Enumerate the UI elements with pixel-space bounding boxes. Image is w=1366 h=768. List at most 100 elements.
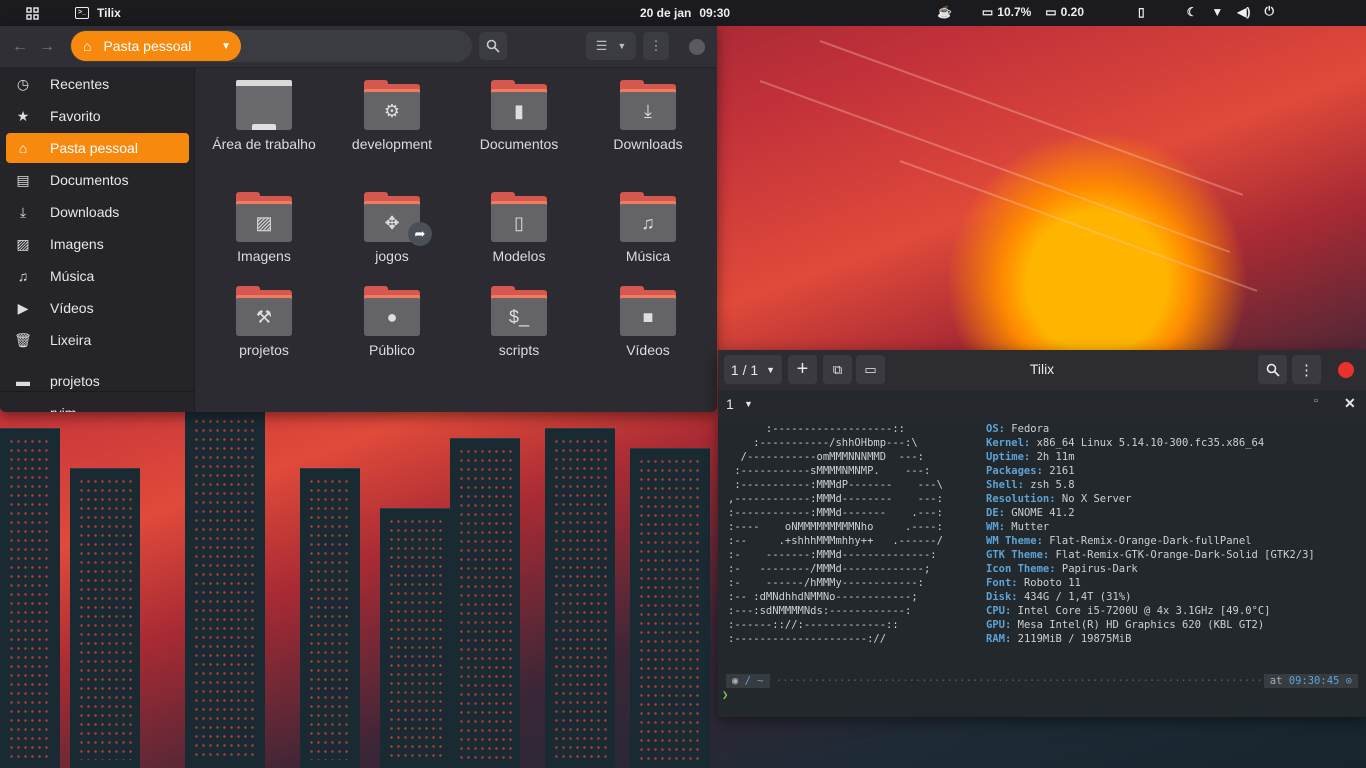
video-icon: ▶: [17, 299, 29, 316]
download-icon: ⤓: [644, 100, 652, 121]
folder-icon: ▬: [8, 405, 38, 412]
clock-icon: ⊙: [1345, 675, 1352, 687]
os-logo-icon: ◉: [732, 675, 739, 687]
coffee-icon[interactable]: ☕: [937, 5, 952, 19]
close-icon[interactable]: ✕: [1344, 395, 1356, 412]
folder-item[interactable]: ▯ Modelos: [464, 192, 574, 264]
info-row: Icon Theme: Papirus-Dark: [986, 562, 1315, 576]
sidebar-separator: [0, 391, 195, 392]
breadcrumb-home[interactable]: ⌂ Pasta pessoal ▼: [71, 31, 241, 61]
clock[interactable]: 20 de jan 09:30: [640, 6, 730, 20]
info-value: Mesa Intel(R) HD Graphics 620 (KBL GT2): [1017, 619, 1265, 631]
folder-label: Modelos: [492, 248, 546, 264]
sidebar-item-label: Vídeos: [50, 300, 94, 316]
maximize-icon[interactable]: ▫: [1314, 395, 1318, 407]
folder-item[interactable]: ✥ ➦ jogos: [337, 192, 447, 264]
terminal-icon: $_: [508, 306, 530, 327]
prompt-caret: ❯: [722, 689, 729, 701]
kebab-menu-icon: ⋮: [1299, 361, 1314, 379]
document-icon: ▤: [16, 171, 30, 188]
gear-icon: ⚙: [383, 100, 401, 121]
info-row: Font: Roboto 11: [986, 576, 1315, 590]
folder-item[interactable]: ⚙ development: [337, 80, 447, 152]
session-number[interactable]: 1: [726, 396, 734, 412]
night-light-icon[interactable]: ☾: [1187, 5, 1198, 19]
sidebar-item-2[interactable]: ⌂ Pasta pessoal: [6, 133, 189, 163]
sidebar-item-10[interactable]: ▬ rvim: [6, 398, 189, 412]
volume-icon[interactable]: ◀): [1237, 5, 1250, 19]
folder-icon: ▯: [491, 192, 547, 242]
folder-item[interactable]: $_ scripts: [464, 286, 574, 358]
sidebar-item-3[interactable]: ▤ Documentos: [6, 165, 189, 195]
clipboard-icon[interactable]: ▯: [1138, 5, 1145, 19]
folder-label: Downloads: [613, 136, 683, 152]
info-key: WM Theme:: [986, 535, 1043, 547]
view-options-button[interactable]: ☰ ▼: [586, 32, 636, 60]
folder-label: Música: [625, 248, 671, 264]
info-value: Papirus-Dark: [1061, 563, 1138, 575]
video-icon: ■: [642, 306, 654, 327]
terminal-menu-button[interactable]: ⋮: [1292, 355, 1321, 384]
folder-item[interactable]: ■ Vídeos: [593, 286, 703, 358]
prompt-status-line: ◉ / ~ ··································…: [726, 674, 1358, 688]
info-row: Disk: 434G / 1,4T (31%): [986, 590, 1315, 604]
folder-item[interactable]: ▮ Documentos: [464, 80, 574, 152]
neofetch-ascii-art: :-------------------:: :-----------/shhO…: [728, 422, 943, 646]
record-icon[interactable]: [1338, 362, 1354, 378]
folder-label: Público: [369, 342, 415, 358]
clock-icon: ◷: [16, 75, 30, 92]
sidebar-item-6[interactable]: ♫ Música: [6, 261, 189, 291]
download-icon: ⤓: [19, 203, 27, 220]
info-key: Uptime:: [986, 451, 1031, 463]
info-value: Intel Core i5-7200U @ 4x 3.1GHz [49.0°C]: [1017, 605, 1271, 617]
folder-icon: [236, 80, 292, 130]
forward-arrow-icon[interactable]: →: [36, 36, 58, 58]
power-icon[interactable]: ⏻: [1265, 4, 1275, 19]
folder-item[interactable]: ♫ Música: [593, 192, 703, 264]
menu-button[interactable]: ⋮: [643, 32, 669, 60]
folder-item[interactable]: Área de trabalho: [209, 80, 319, 152]
terminal-titlebar: 1 / 1 ▼ + ⧉ ▭ Tilix ⋮: [718, 350, 1366, 390]
folder-item[interactable]: ⚒ projetos: [209, 286, 319, 358]
folder-item[interactable]: ● Público: [337, 286, 447, 358]
sidebar-item-0[interactable]: ◷ Recentes: [6, 69, 189, 99]
ascii-art-line: :- -------:MMMd--------------:: [728, 549, 937, 561]
info-key: Kernel:: [986, 437, 1031, 449]
wifi-icon[interactable]: ▼: [1211, 5, 1223, 19]
info-key: Icon Theme:: [986, 563, 1056, 575]
sidebar-item-7[interactable]: ▶ Vídeos: [6, 293, 189, 323]
prompt-path: / ~: [744, 675, 764, 687]
activities-grid-icon[interactable]: [19, 0, 45, 26]
shared-link-icon: ➦: [408, 222, 432, 246]
gamepad-icon: ✥: [384, 212, 400, 233]
folder-icon: ▮: [491, 80, 547, 130]
sidebar-item-label: Recentes: [50, 76, 110, 92]
folder-label: projetos: [239, 342, 289, 358]
prompt-time-segment: at 09:30:45 ⊙: [1263, 674, 1358, 688]
search-button[interactable]: [479, 32, 507, 60]
sidebar-item-4[interactable]: ⤓ Downloads: [6, 197, 189, 227]
terminal-output[interactable]: :-------------------:: :-----------/shhO…: [718, 420, 1366, 717]
info-key: RAM:: [986, 633, 1012, 645]
location-bar[interactable]: ⌂ Pasta pessoal ▼: [70, 30, 472, 62]
window-close-dot[interactable]: [689, 39, 705, 55]
user-icon: ●: [386, 306, 398, 327]
sidebar-item-5[interactable]: ▨ Imagens: [6, 229, 189, 259]
ascii-art-line: :---- oNMMMMMMMMMNho .----:: [728, 521, 943, 533]
load-indicator[interactable]: ▭ 0.20: [1045, 5, 1084, 19]
info-value: 434G / 1,4T (31%): [1023, 591, 1132, 603]
battery-indicator[interactable]: ▭ 10.7%: [982, 5, 1031, 19]
back-arrow-icon[interactable]: ←: [9, 36, 31, 58]
chevron-down-icon[interactable]: ▼: [744, 399, 753, 409]
folder-icon: ⤓: [620, 80, 676, 130]
find-button[interactable]: [1258, 355, 1287, 384]
sidebar-item-label: Pasta pessoal: [50, 140, 138, 156]
sidebar-item-8[interactable]: 🗑 Lixeira: [6, 325, 189, 355]
sidebar-item-1[interactable]: ★ Favorito: [6, 101, 189, 131]
folder-item[interactable]: ▨ Imagens: [209, 192, 319, 264]
ascii-art-line: ,------------:MMMd-------- ---:: [728, 493, 943, 505]
info-key: OS:: [986, 423, 1005, 435]
folder-item[interactable]: ⤓ Downloads: [593, 80, 703, 152]
folder-icon: ✥ ➦: [364, 192, 432, 246]
app-menu[interactable]: >_ Tilix: [75, 6, 121, 20]
